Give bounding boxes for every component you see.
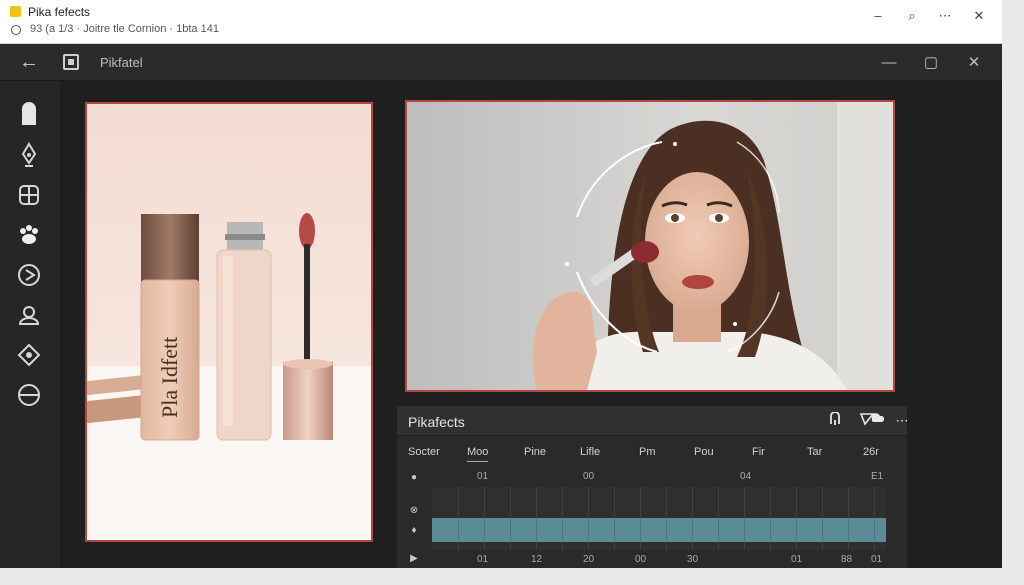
favicon-icon (10, 6, 21, 17)
product-label: Pla Idfett (157, 336, 182, 418)
video-clip[interactable] (432, 518, 886, 542)
ruler-bottom-label: 88 (841, 554, 853, 565)
timeline-panel: Pikafects ⋯ Socter Moo Pine Lifle Pm Pou… (397, 406, 909, 568)
timeline-tabs: Socter Moo Pine Lifle Pm Pou Fir Tar 26r (397, 446, 907, 466)
pen-nib-icon[interactable] (15, 141, 43, 169)
ruler-bottom-label: 01 (477, 554, 489, 565)
tab-lifle[interactable]: Lifle (580, 446, 600, 458)
clip-segment (770, 518, 771, 542)
search-button[interactable]: ⌕ (901, 6, 923, 26)
clip-segment (588, 518, 589, 542)
back-arrow-icon[interactable]: ← (16, 50, 42, 74)
ruler-bottom-label: 12 (531, 554, 543, 565)
grid-icon[interactable] (15, 181, 43, 209)
clip-segment (562, 518, 563, 542)
shape-icon[interactable] (867, 412, 887, 430)
clip-segment (822, 518, 823, 542)
ruler-bottom-label: 01 (791, 554, 803, 565)
tab-socter[interactable]: Socter (408, 446, 440, 458)
ruler-bottom-label: 20 (583, 554, 595, 565)
browser-header: Pika fefects 93 (a 1/3 · Joitre tle Corn… (0, 0, 1002, 44)
timeline-title: Pikafects (408, 414, 465, 430)
clip-segment (796, 518, 797, 542)
target-icon[interactable] (15, 341, 43, 369)
minimize-browser-button[interactable]: – (867, 6, 889, 26)
app-title: Pikfatel (100, 55, 143, 70)
clip-segment (718, 518, 719, 542)
tab-fir[interactable]: Fir (752, 446, 765, 458)
info-icon (11, 25, 21, 35)
play-icon[interactable]: ▶ (407, 552, 421, 566)
audio-pin-icon[interactable]: ♦ (407, 524, 421, 538)
clip-segment (640, 518, 641, 542)
app-window: ← Pikfatel — ▢ ✕ Pla Idfett Pikafects ⋯ … (0, 44, 1002, 568)
video-preview-panel[interactable] (405, 100, 895, 392)
paw-icon[interactable] (15, 221, 43, 249)
track-area[interactable]: ● 01 00 04 E1 ⊗ ♦ ▶ 01 12 20 00 30 01 88… (405, 468, 895, 568)
app-logo-icon (63, 54, 79, 70)
tab-pine[interactable]: Pine (524, 446, 546, 458)
record-dot-icon[interactable]: ● (407, 471, 421, 485)
minimize-button[interactable]: — (878, 52, 900, 74)
maximize-button[interactable]: ▢ (920, 52, 942, 74)
tab-moo[interactable]: Moo (467, 446, 489, 462)
clip-segment (458, 518, 459, 542)
more-icon[interactable]: ⋯ (892, 412, 912, 430)
workspace: Pla Idfett Pikafects ⋯ Socter Moo Pine L… (60, 81, 1002, 568)
user-icon[interactable] (15, 301, 43, 329)
pin-icon[interactable] (825, 411, 845, 430)
bookmark-icon[interactable] (15, 101, 43, 129)
app-titlebar: ← Pikfatel — ▢ ✕ (0, 44, 1002, 81)
product-image (87, 104, 371, 540)
play-circle-icon[interactable] (15, 261, 43, 289)
clip-segment (666, 518, 667, 542)
menu-button[interactable]: ⋯ (934, 6, 956, 26)
tab-pou[interactable]: Pou (694, 446, 714, 458)
clip-segment (744, 518, 745, 542)
ruler-bottom-label: 30 (687, 554, 699, 565)
clip-segment (848, 518, 849, 542)
clip-segment (484, 518, 485, 542)
browser-subtitle: 93 (a 1/3 · Joitre tle Cornion · 1bta 14… (30, 23, 219, 35)
timeline-header: Pikafects (397, 406, 907, 436)
clip-segment (614, 518, 615, 542)
close-browser-button[interactable]: ✕ (968, 6, 990, 26)
ruler-top-label: 04 (740, 471, 752, 482)
ruler-top-label: E1 (871, 471, 884, 482)
close-button[interactable]: ✕ (963, 52, 985, 74)
sidebar (0, 81, 60, 568)
tab-26r[interactable]: 26r (863, 446, 879, 458)
ruler-top-label: 00 (583, 471, 595, 482)
clip-segment (536, 518, 537, 542)
ruler-bottom-label: 01 (871, 554, 883, 565)
ruler-bottom-label: 00 (635, 554, 647, 565)
tab-pm[interactable]: Pm (639, 446, 656, 458)
ruler-top-label: 01 (477, 471, 489, 482)
video-frame (407, 102, 893, 390)
tab-tar[interactable]: Tar (807, 446, 822, 458)
clip-segment (874, 518, 875, 542)
product-image-panel[interactable]: Pla Idfett (85, 102, 373, 542)
browser-title: Pika fefects (28, 5, 91, 19)
clip-segment (510, 518, 511, 542)
link-icon[interactable]: ⊗ (407, 504, 421, 518)
half-circle-icon[interactable] (15, 381, 43, 409)
clip-segment (692, 518, 693, 542)
